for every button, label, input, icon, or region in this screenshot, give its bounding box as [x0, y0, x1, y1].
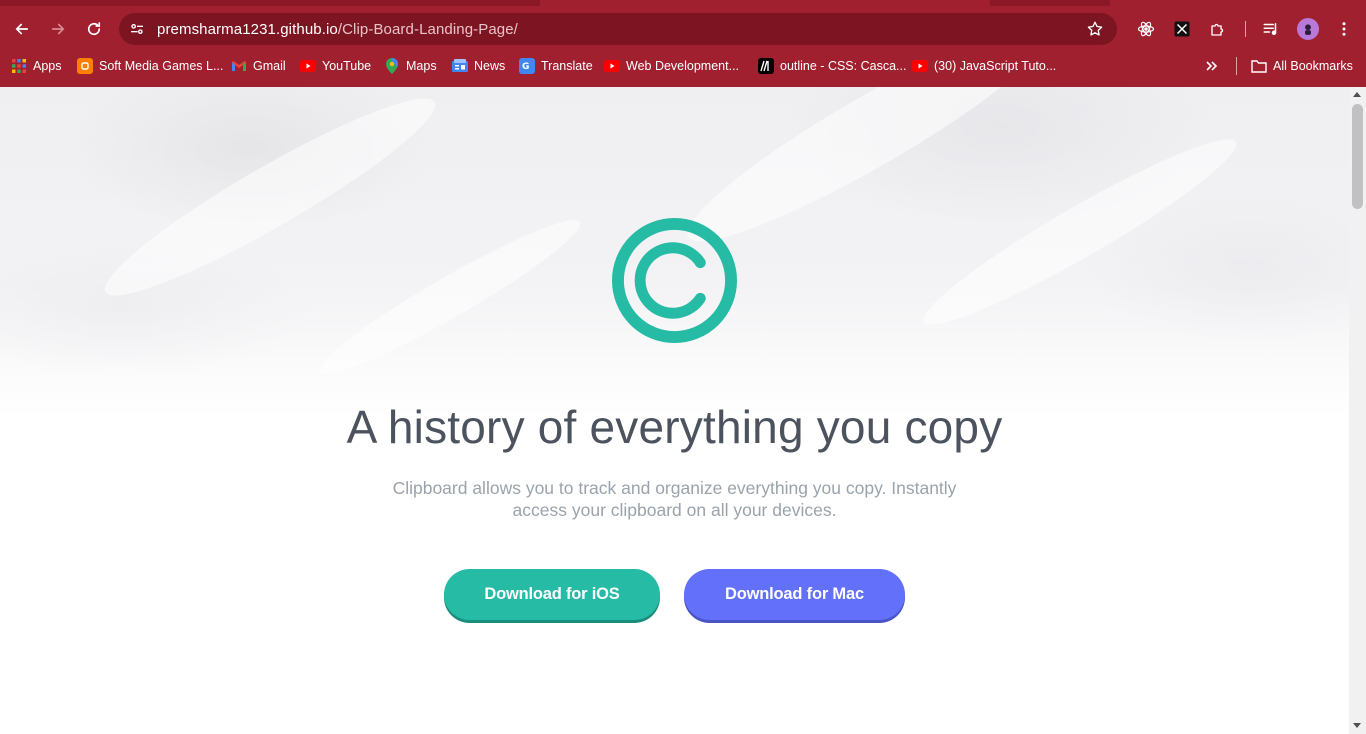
bookmark-soft-media-games[interactable]: Soft Media Games L...: [77, 56, 223, 76]
bookmark-label: Translate: [541, 59, 593, 73]
bookmark-web-development[interactable]: Web Development...: [604, 56, 739, 76]
hero-subtitle: Clipboard allows you to track and organi…: [392, 478, 957, 520]
react-devtools-icon[interactable]: [1135, 18, 1157, 40]
bookmark-label: News: [474, 59, 506, 73]
arrow-right-icon: [51, 23, 65, 35]
youtube-icon: [912, 58, 928, 74]
back-button[interactable]: [7, 14, 37, 44]
media-queue-icon[interactable]: [1260, 18, 1282, 40]
bookmark-label: Maps: [406, 59, 437, 73]
download-mac-button[interactable]: Download for Mac: [684, 569, 905, 620]
bookmark-youtube[interactable]: YouTube: [300, 56, 371, 76]
browser-chrome: premsharma1231.github.io/Clip-Board-Land…: [0, 0, 1366, 87]
toolbar-separator: [1245, 21, 1246, 37]
bookmark-gmail[interactable]: Gmail: [231, 56, 286, 76]
bookmark-label: Apps: [33, 59, 62, 73]
reload-icon: [87, 22, 101, 36]
menu-kebab-icon[interactable]: [1333, 18, 1355, 40]
all-bookmarks-button[interactable]: All Bookmarks: [1251, 56, 1353, 76]
bookmark-apps[interactable]: Apps: [11, 56, 62, 76]
bookmark-label: Gmail: [253, 59, 286, 73]
site-info-icon[interactable]: [125, 17, 149, 41]
bookmarks-overflow-button[interactable]: [1203, 56, 1219, 76]
gmail-icon: [231, 58, 247, 74]
bookmark-label: Web Development...: [626, 59, 740, 73]
maps-icon: [384, 58, 400, 74]
page-viewport: A history of everything you copy Clipboa…: [0, 87, 1349, 734]
bookmark-label: outline - CSS: Casca...: [780, 59, 907, 73]
youtube-icon: [300, 58, 316, 74]
scrollbar-thumb[interactable]: [1352, 104, 1363, 209]
bookmark-translate[interactable]: G Translate: [519, 56, 593, 76]
svg-text:G: G: [522, 62, 529, 72]
url-path: /Clip-Board-Landing-Page/: [337, 21, 518, 38]
bookmarks-separator: [1236, 57, 1237, 75]
address-bar[interactable]: premsharma1231.github.io/Clip-Board-Land…: [119, 13, 1117, 45]
scroll-down-arrow-icon[interactable]: [1353, 723, 1361, 728]
apps-grid-icon: [11, 58, 27, 74]
profile-avatar[interactable]: [1297, 18, 1319, 40]
background-streak: [310, 204, 590, 390]
blogger-icon: [77, 58, 93, 74]
bookmark-label: Soft Media Games L...: [99, 59, 224, 73]
background-streak: [90, 87, 450, 318]
news-icon: [452, 58, 468, 74]
mdn-icon: [758, 58, 774, 74]
url-domain: premsharma1231.github.io: [157, 21, 338, 38]
chevron-double-right-icon: [1203, 58, 1219, 74]
translate-icon: G: [519, 58, 535, 74]
extension-x-icon[interactable]: [1171, 18, 1193, 40]
bookmark-outline-css[interactable]: outline - CSS: Casca...: [758, 56, 906, 76]
arrow-left-icon: [15, 23, 29, 35]
extensions-puzzle-icon[interactable]: [1207, 18, 1229, 40]
hero-title: A history of everything you copy: [346, 401, 1003, 453]
tab-strip-right: [990, 0, 1110, 6]
folder-icon: [1251, 58, 1267, 74]
copyright-logo-icon: [611, 217, 738, 344]
bookmark-news[interactable]: News: [452, 56, 505, 76]
background-streak: [911, 120, 1249, 344]
bookmark-label: YouTube: [322, 59, 372, 73]
bookmark-maps[interactable]: Maps: [384, 56, 437, 76]
youtube-icon: [604, 58, 620, 74]
forward-button[interactable]: [43, 14, 73, 44]
reload-button[interactable]: [79, 14, 109, 44]
vertical-scrollbar[interactable]: [1349, 87, 1366, 734]
tab-strip: [0, 0, 540, 6]
bookmark-star-icon[interactable]: [1085, 19, 1105, 39]
bookmark-label: All Bookmarks: [1273, 59, 1353, 73]
bookmark-label: (30) JavaScript Tuto...: [934, 59, 1057, 73]
bookmarks-bar: Apps Soft Media Games L... Gmail YouTube…: [0, 53, 1366, 79]
scroll-up-arrow-icon[interactable]: [1353, 92, 1361, 97]
bookmark-javascript-tutorial[interactable]: (30) JavaScript Tuto...: [912, 56, 1056, 76]
browser-toolbar: premsharma1231.github.io/Clip-Board-Land…: [0, 10, 1366, 48]
url-text: premsharma1231.github.io/Clip-Board-Land…: [157, 21, 518, 38]
download-ios-button[interactable]: Download for iOS: [444, 569, 660, 620]
